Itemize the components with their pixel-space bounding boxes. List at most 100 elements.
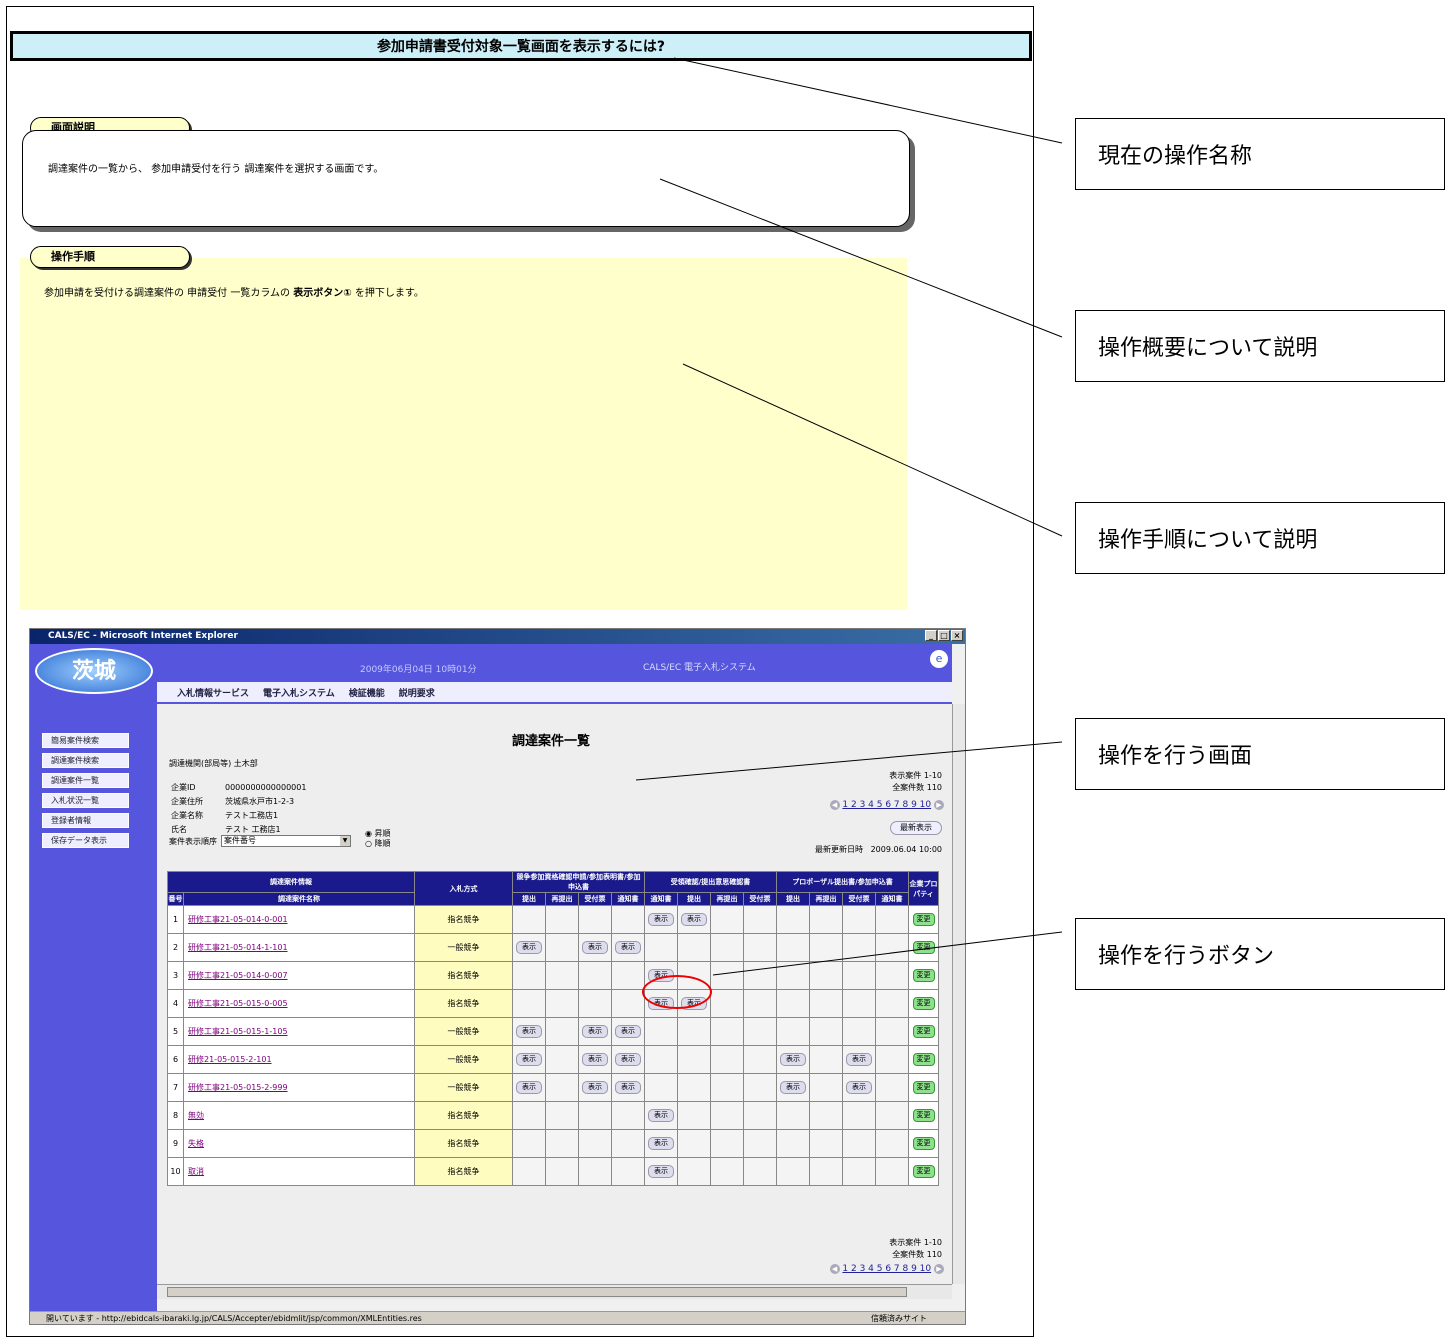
pager-top[interactable]: ◀ 1 2 3 4 5 6 7 8 9 10 ▶ <box>829 800 944 810</box>
maximize-icon[interactable]: □ <box>938 630 950 641</box>
change-button[interactable]: 変更 <box>912 997 935 1010</box>
show-button[interactable]: 表示 <box>648 1109 674 1122</box>
page-links-bottom[interactable]: 1 2 3 4 5 6 7 8 9 10 <box>842 1264 931 1274</box>
change-button[interactable]: 変更 <box>912 1053 935 1066</box>
show-button[interactable]: 表示 <box>780 1053 806 1066</box>
sidebar-item-case-list[interactable]: 調達案件一覧 <box>42 773 129 788</box>
show-button[interactable]: 表示 <box>516 941 542 954</box>
menu-explain[interactable]: 説明要求 <box>399 686 435 699</box>
row-case-name[interactable]: 失格 <box>183 1129 415 1158</box>
show-button[interactable]: 表示 <box>582 1053 608 1066</box>
case-link[interactable]: 研修工事21-05-015-2-999 <box>188 1083 288 1092</box>
th-prop: 企業プロパティ <box>908 871 939 906</box>
sort-select[interactable]: 案件番号 <box>221 835 351 847</box>
show-button[interactable]: 表示 <box>681 913 707 926</box>
sidebar-item-simple-search[interactable]: 簡易案件検索 <box>42 733 129 748</box>
change-button[interactable]: 変更 <box>912 913 935 926</box>
case-link[interactable]: 研修工事21-05-015-1-105 <box>188 1027 288 1036</box>
row-cell <box>545 1017 579 1046</box>
row-case-name[interactable]: 取消 <box>183 1157 415 1186</box>
show-button[interactable]: 表示 <box>615 1025 641 1038</box>
row-cell <box>677 1129 711 1158</box>
change-button[interactable]: 変更 <box>912 1025 935 1038</box>
menu-ebid[interactable]: 電子入札システム <box>263 686 335 699</box>
row-cell <box>644 1073 678 1102</box>
show-button[interactable]: 表示 <box>516 1053 542 1066</box>
case-link[interactable]: 研修工事21-05-014-1-101 <box>188 943 288 952</box>
th-method: 入札方式 <box>414 871 513 906</box>
prev-page-icon[interactable]: ◀ <box>829 1264 840 1274</box>
case-link[interactable]: 研修工事21-05-014-0-001 <box>188 915 288 924</box>
show-button[interactable]: 表示 <box>582 1081 608 1094</box>
company-name-label: 企業名称 <box>171 811 203 820</box>
change-button[interactable]: 変更 <box>912 1137 935 1150</box>
row-case-name[interactable]: 研修21-05-015-2-101 <box>183 1045 415 1074</box>
row-cell <box>644 1017 678 1046</box>
pager-bottom[interactable]: ◀ 1 2 3 4 5 6 7 8 9 10 ▶ <box>829 1264 944 1274</box>
change-button[interactable]: 変更 <box>912 1165 935 1178</box>
show-button[interactable]: 表示 <box>615 1053 641 1066</box>
case-link[interactable]: 研修工事21-05-015-0-005 <box>188 999 288 1008</box>
show-button[interactable]: 表示 <box>516 1081 542 1094</box>
show-button[interactable]: 表示 <box>846 1053 872 1066</box>
status-url: 開いています - http://ebidcals-ibaraki.lg.jp/C… <box>46 1314 422 1323</box>
close-icon[interactable]: × <box>951 630 963 641</box>
change-button[interactable]: 変更 <box>912 969 935 982</box>
row-cell <box>512 1101 546 1130</box>
row-cell <box>677 1101 711 1130</box>
case-link[interactable]: 研修21-05-015-2-101 <box>188 1055 272 1064</box>
latest-display-button[interactable]: 最新表示 <box>890 821 942 835</box>
row-case-name[interactable]: 研修工事21-05-014-0-001 <box>183 905 415 934</box>
show-button[interactable]: 表示 <box>615 1081 641 1094</box>
row-case-name[interactable]: 研修工事21-05-015-0-005 <box>183 989 415 1018</box>
row-cell <box>677 1017 711 1046</box>
sidebar-item-bid-status[interactable]: 入札状況一覧 <box>42 793 129 808</box>
row-case-name[interactable]: 研修工事21-05-015-2-999 <box>183 1073 415 1102</box>
show-button[interactable]: 表示 <box>516 1025 542 1038</box>
show-button[interactable]: 表示 <box>846 1081 872 1094</box>
address-label: 企業住所 <box>171 797 203 806</box>
vertical-scrollbar[interactable] <box>952 704 965 1284</box>
prev-page-icon[interactable]: ◀ <box>829 800 840 810</box>
th-case-name: 調達案件名称 <box>183 892 415 906</box>
row-method: 指名競争 <box>414 1129 513 1158</box>
sidebar-item-registrant[interactable]: 登録者情報 <box>42 813 129 828</box>
row-cell <box>545 961 579 990</box>
next-page-icon[interactable]: ▶ <box>934 800 944 810</box>
scroll-thumb[interactable] <box>167 1287 907 1297</box>
case-link[interactable]: 失格 <box>188 1139 204 1148</box>
show-button[interactable]: 表示 <box>780 1081 806 1094</box>
row-case-name[interactable]: 研修工事21-05-015-1-105 <box>183 1017 415 1046</box>
show-button[interactable]: 表示 <box>582 1025 608 1038</box>
change-button[interactable]: 変更 <box>912 941 935 954</box>
show-button[interactable]: 表示 <box>648 1165 674 1178</box>
radio-asc[interactable]: ◉ 昇順 <box>365 829 391 839</box>
sidebar-item-case-search[interactable]: 調達案件検索 <box>42 753 129 768</box>
case-link[interactable]: 取消 <box>188 1167 204 1176</box>
show-button[interactable]: 表示 <box>648 913 674 926</box>
change-button[interactable]: 変更 <box>912 1081 935 1094</box>
next-page-icon[interactable]: ▶ <box>934 1264 944 1274</box>
row-cell: 表示 <box>512 1017 546 1046</box>
menu-bid-info[interactable]: 入札情報サービス <box>177 686 249 699</box>
case-link[interactable]: 研修工事21-05-014-0-007 <box>188 971 288 980</box>
case-link[interactable]: 無効 <box>188 1111 204 1120</box>
page-links[interactable]: 1 2 3 4 5 6 7 8 9 10 <box>842 800 931 810</box>
row-cell <box>710 1129 744 1158</box>
header-datetime: 2009年06月04日 10時01分 <box>360 665 477 675</box>
row-case-name[interactable]: 研修工事21-05-014-0-007 <box>183 961 415 990</box>
row-cell <box>809 1017 843 1046</box>
change-button[interactable]: 変更 <box>912 1109 935 1122</box>
horizontal-scrollbar[interactable] <box>157 1284 952 1299</box>
sidebar-item-saved-data[interactable]: 保存データ表示 <box>42 833 129 848</box>
show-button[interactable]: 表示 <box>648 1137 674 1150</box>
row-case-name[interactable]: 研修工事21-05-014-1-101 <box>183 933 415 962</box>
menu-verify[interactable]: 検証機能 <box>349 686 385 699</box>
show-button[interactable]: 表示 <box>615 941 641 954</box>
row-no: 1 <box>167 905 184 934</box>
show-button[interactable]: 表示 <box>582 941 608 954</box>
row-case-name[interactable]: 無効 <box>183 1101 415 1130</box>
minimize-icon[interactable]: _ <box>925 630 937 641</box>
radio-desc[interactable]: ○ 降順 <box>365 839 391 849</box>
table-row: 7 研修工事21-05-015-2-999 一般競争 表示 表示 表示 表示 表示 変更 <box>167 1073 939 1102</box>
